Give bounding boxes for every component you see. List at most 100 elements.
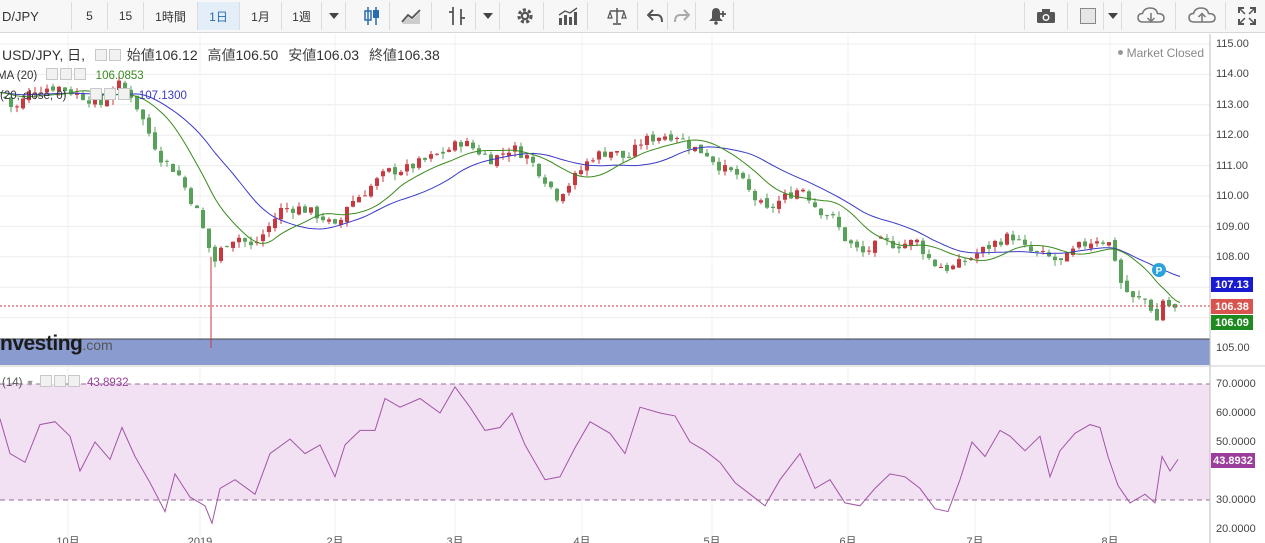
status-dot <box>1117 50 1123 55</box>
ma-settings-toggle[interactable] <box>60 68 73 80</box>
ma-close-toggle[interactable] <box>74 68 87 80</box>
timeframe-1m[interactable]: 1月 <box>240 2 282 30</box>
candle-body <box>933 259 937 267</box>
candle-body <box>297 206 301 215</box>
bollinger-line <box>0 92 1181 277</box>
candle-body <box>1167 299 1171 307</box>
bb-visibility-toggle[interactable] <box>89 88 102 100</box>
candle-body <box>1143 298 1147 300</box>
rsi-close-toggle[interactable] <box>67 375 80 387</box>
event-marker[interactable]: P <box>1152 263 1166 277</box>
candle-body <box>633 144 637 157</box>
timeframe-5[interactable]: 5 <box>72 2 108 30</box>
volume-band <box>0 338 1210 365</box>
bb-settings-toggle[interactable] <box>103 88 116 100</box>
load-button[interactable] <box>1126 2 1176 30</box>
candle-body <box>1065 252 1069 262</box>
candlestick-button[interactable] <box>354 2 390 30</box>
fullscreen-button[interactable] <box>1228 2 1265 30</box>
rsi-visibility-toggle[interactable] <box>39 375 52 387</box>
bb-close-toggle[interactable] <box>117 88 130 100</box>
close-price-tag: 106.38 <box>1211 299 1253 314</box>
candle-body <box>525 155 529 159</box>
save-button[interactable] <box>1178 2 1226 30</box>
timeframe-1h[interactable]: 1時間 <box>144 2 198 30</box>
chart-area[interactable]: P 10月 2019 2月 3月 4月 5月 6月 7月 8月 USD/JPY, 日, 始値10… <box>0 34 1265 543</box>
timeframe-1w[interactable]: 1週 <box>282 2 322 30</box>
candle-body <box>741 172 745 179</box>
candle-body <box>159 150 163 163</box>
close-label: 終値 <box>368 47 397 63</box>
bb-price-tag: 107.13 <box>1211 277 1253 292</box>
chart-type-dropdown[interactable] <box>476 2 500 30</box>
candle-body <box>897 246 901 249</box>
indicators-button[interactable] <box>548 2 588 30</box>
candle-body <box>357 197 361 203</box>
alert-icon <box>708 8 726 25</box>
x-axis-label: 7月 <box>966 536 983 543</box>
candle-body <box>735 168 739 175</box>
screenshot-button[interactable] <box>1024 2 1068 30</box>
symbol-box[interactable]: D/JPY <box>0 2 72 30</box>
candle-body <box>237 237 241 243</box>
timeframe-dropdown[interactable] <box>322 2 346 30</box>
candle-body <box>837 216 841 228</box>
line-chart-button[interactable] <box>390 2 432 30</box>
compare-button[interactable] <box>596 2 638 30</box>
candle-body <box>1107 242 1111 246</box>
price-axis-label: 105.00 <box>1216 342 1250 354</box>
ma-legend-label: MA (20) <box>0 70 38 82</box>
timeframe-1d[interactable]: 1日 <box>198 2 240 30</box>
undo-button[interactable] <box>642 2 668 30</box>
candle-body <box>915 239 919 243</box>
candle-body <box>195 205 199 209</box>
candle-body <box>1047 252 1051 257</box>
color-dropdown[interactable] <box>1104 2 1122 30</box>
rsi-axis-label: 70.0000 <box>1216 378 1256 390</box>
investing-watermark: nvesting.com <box>0 332 113 356</box>
bb-legend: (20, close, 0) 107.1300 <box>0 88 187 102</box>
chevron-down-icon[interactable]: ▼ <box>26 378 35 388</box>
candle-body <box>699 144 703 154</box>
candle-body <box>747 179 751 190</box>
timeframe-15[interactable]: 15 <box>108 2 144 30</box>
candle-body <box>465 140 469 147</box>
candle-body <box>717 161 721 171</box>
candle-body <box>1005 233 1009 245</box>
candle-body <box>771 206 775 208</box>
candle-body <box>267 226 271 233</box>
dropdown-icon <box>328 13 339 19</box>
redo-button[interactable] <box>668 2 696 30</box>
rsi-axis-label: 20.0000 <box>1216 523 1256 535</box>
bar-chart-button[interactable] <box>438 2 476 30</box>
settings-button[interactable] <box>506 2 544 30</box>
candle-body <box>603 151 607 157</box>
candle-body <box>363 195 367 197</box>
candle-body <box>375 178 379 186</box>
candle-body <box>405 164 409 172</box>
fullscreen-icon <box>1237 7 1256 25</box>
x-axis-label: 2月 <box>326 536 343 543</box>
candle-body <box>675 137 679 139</box>
visibility-toggle[interactable] <box>94 49 107 61</box>
settings-toggle[interactable] <box>108 49 121 61</box>
rsi-axis-label: 60.0000 <box>1216 407 1256 419</box>
x-axis-label: 6月 <box>839 536 856 543</box>
open-label: 始値 <box>126 47 155 63</box>
timeframe-1h-label: 1時間 <box>155 9 186 24</box>
candle-body <box>333 219 337 224</box>
rsi-settings-toggle[interactable] <box>53 375 66 387</box>
alert-button[interactable] <box>700 2 734 30</box>
dropdown-icon <box>482 13 493 19</box>
candle-body <box>981 246 985 253</box>
candle-body <box>723 165 727 172</box>
candle-body <box>231 241 235 248</box>
candle-body <box>285 208 289 210</box>
color-button[interactable] <box>1072 2 1104 30</box>
candle-body <box>225 246 229 248</box>
candle-body <box>609 151 613 158</box>
ma-visibility-toggle[interactable] <box>46 68 59 80</box>
price-chart[interactable]: P 10月 2019 2月 3月 4月 5月 6月 7月 8月 <box>0 34 1265 543</box>
low-value: 106.03 <box>316 47 360 63</box>
indicators-icon <box>558 7 577 25</box>
